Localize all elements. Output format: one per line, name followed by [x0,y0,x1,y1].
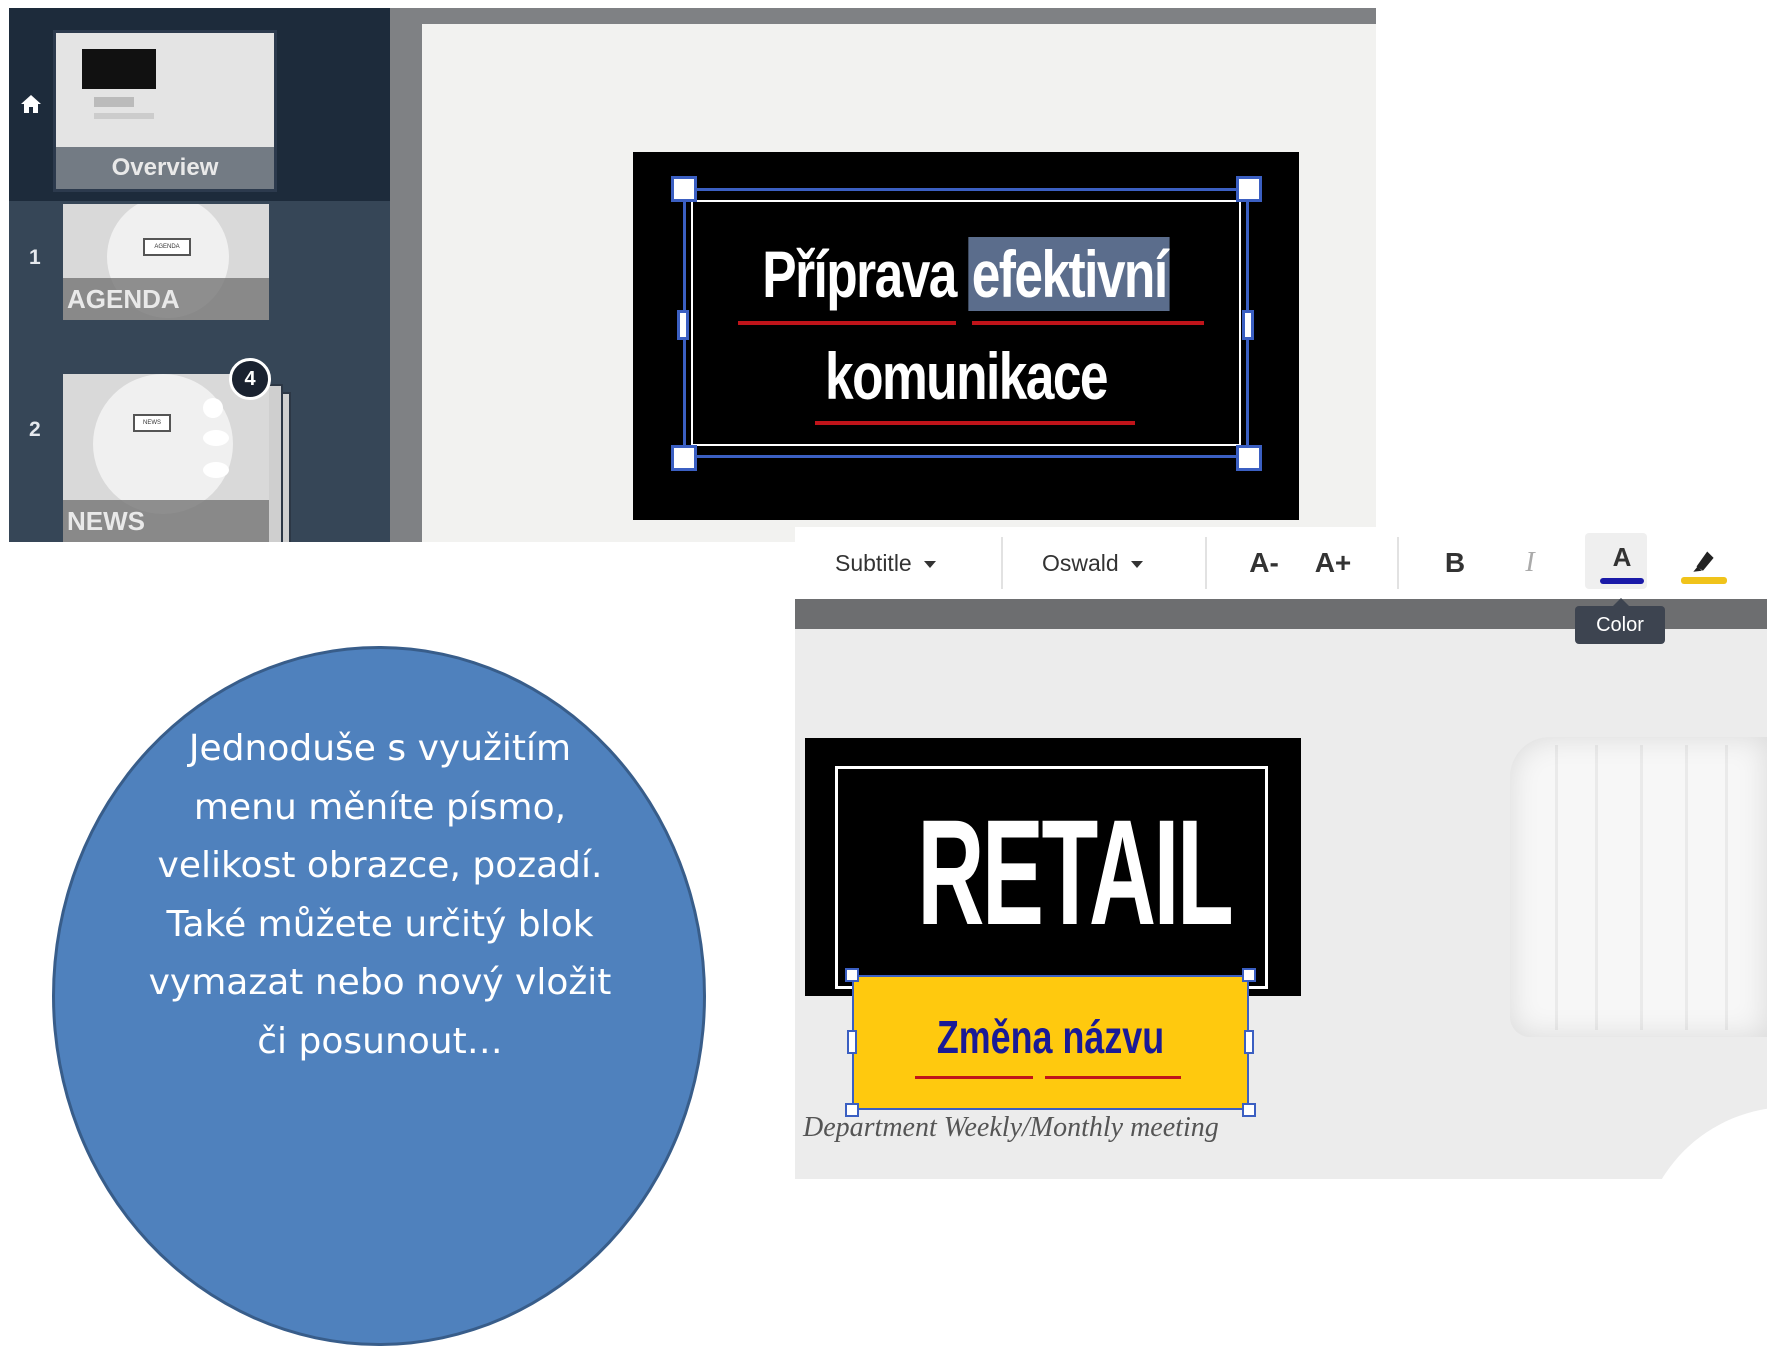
resize-handle[interactable] [847,1030,857,1054]
resize-handle[interactable] [677,310,689,340]
subslide-count-badge: 4 [229,358,271,400]
toolbar-divider [1205,537,1207,589]
slide-tag: NEWS [133,414,171,432]
style-dropdown[interactable]: Subtitle [835,527,936,599]
italic-button[interactable]: I [1510,527,1550,599]
toolbar-divider [1001,537,1003,589]
slide-thumbnail-agenda[interactable]: AGENDA AGENDA [63,204,269,320]
lamp-pleat [1555,745,1558,1030]
color-indicator [1600,578,1644,584]
slide-tag: AGENDA [143,238,191,256]
title-line-1[interactable]: Příprava efektivní [758,236,1175,312]
home-icon[interactable] [19,92,43,116]
lamp-pleat [1685,745,1688,1030]
lamp-background-image [1510,737,1767,1037]
title-line-2[interactable]: komunikace [758,338,1175,414]
toolbar-divider [1397,537,1399,589]
highlighted-word: efektivní [968,237,1170,311]
callout-text: Jednoduše s využitím menu měníte písmo, … [148,728,612,1062]
highlighter-icon[interactable] [1688,543,1720,575]
resize-handle[interactable] [671,176,697,202]
resize-handle[interactable] [845,968,859,982]
slide-heading[interactable]: RETAIL [917,772,1234,972]
lamp-pleat [1640,745,1643,1030]
lamp-pleat [1595,745,1598,1030]
spellcheck-underline [972,321,1204,325]
color-tooltip: Color [1575,598,1665,644]
chevron-down-icon [923,561,936,569]
style-dropdown-value: Subtitle [835,550,912,576]
resize-handle[interactable] [1242,968,1256,982]
chevron-down-icon [1130,561,1143,569]
lamp-pleat [1725,745,1728,1030]
slide-label: NEWS [63,500,269,542]
overview-label: Overview [56,147,274,189]
spellcheck-underline [738,321,956,325]
resize-handle[interactable] [1236,445,1262,471]
slide-thumbnail-news[interactable]: NEWS NEWS [63,374,269,542]
resize-handle[interactable] [671,445,697,471]
font-dropdown-value: Oswald [1042,550,1119,576]
prezi-editor-screenshot: Overview 1 AGENDA AGENDA 2 NEWS NEWS 4 P… [9,8,1376,542]
overview-thumbnail[interactable]: Overview [53,30,277,192]
overview-panel: Overview [9,8,390,201]
slide-number: 1 [29,246,41,269]
resize-handle[interactable] [1236,176,1262,202]
increase-font-size-button[interactable]: A+ [1310,527,1356,599]
spellcheck-underline [915,1076,1033,1079]
spellcheck-underline [1045,1076,1181,1079]
resize-handle[interactable] [1242,310,1254,340]
resize-handle[interactable] [1244,1030,1254,1054]
text-edit-screenshot: Subtitle Oswald A- A+ B I A RETAIL Změna… [795,527,1767,1179]
bold-button[interactable]: B [1435,527,1475,599]
slide-label: AGENDA [63,278,269,320]
slide-sidebar: Overview 1 AGENDA AGENDA 2 NEWS NEWS 4 [9,8,390,542]
font-dropdown[interactable]: Oswald [1042,527,1143,599]
subtitle-text[interactable]: Změna názvu [896,1005,1206,1069]
slide-subline[interactable]: Department Weekly/Monthly meeting [803,1112,1303,1144]
text-toolbar: Subtitle Oswald A- A+ B I A [795,527,1767,599]
spellcheck-underline [815,421,1135,425]
highlight-color-indicator [1681,577,1727,584]
decrease-font-size-button[interactable]: A- [1241,527,1287,599]
title-word: Příprava [762,237,957,311]
slide-number: 2 [29,418,41,441]
